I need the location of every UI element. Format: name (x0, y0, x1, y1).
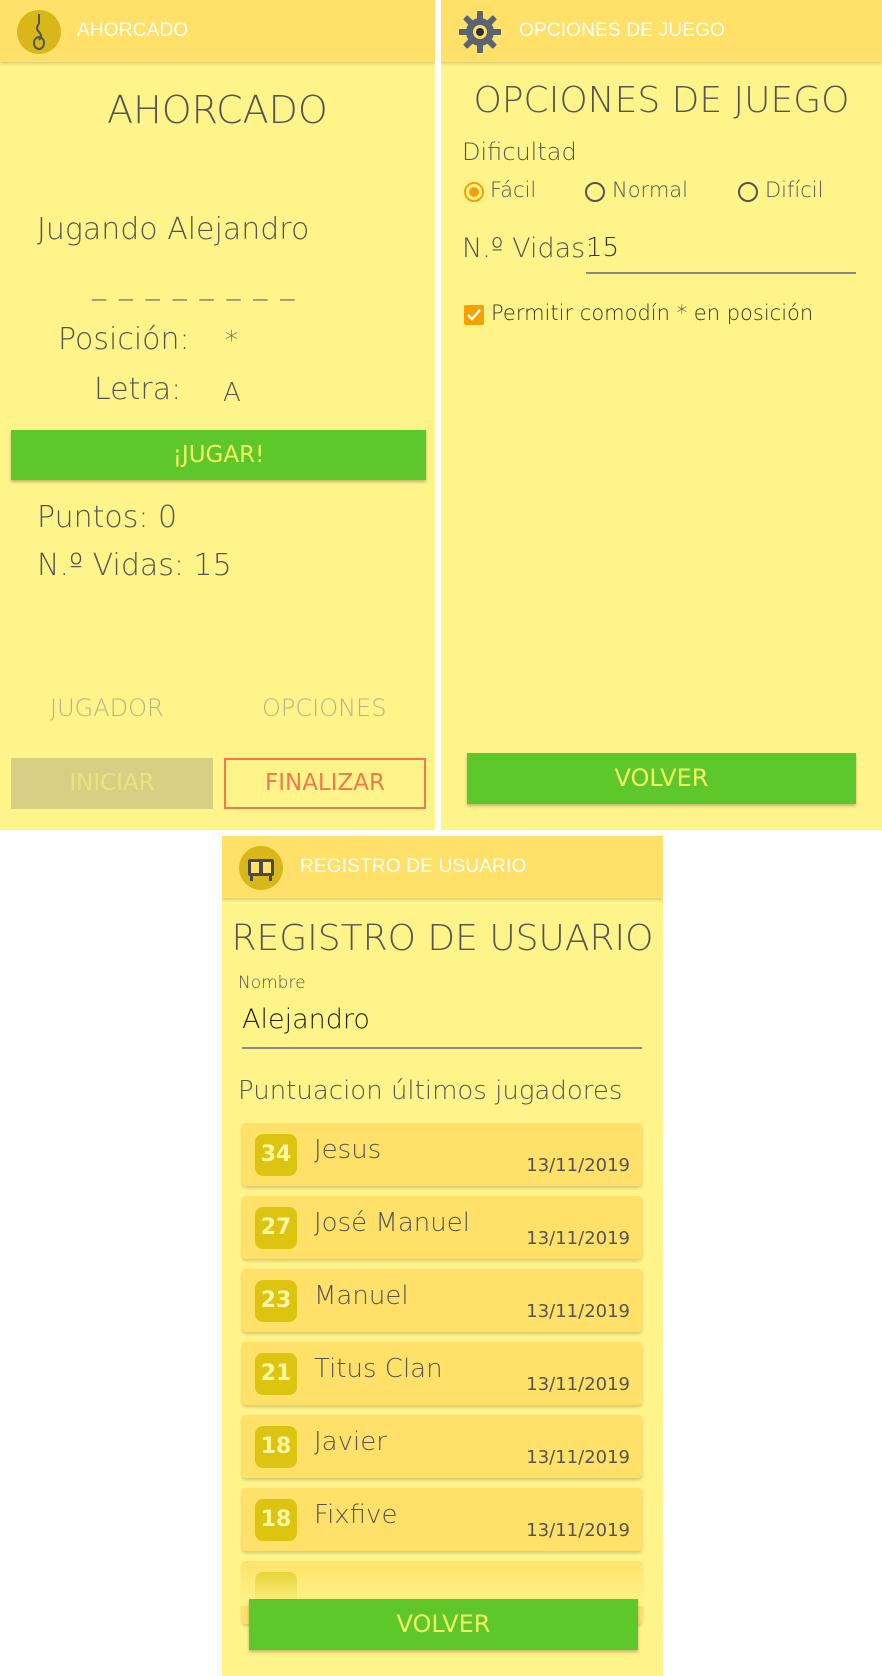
score-date: 13/11/2019 (526, 1155, 630, 1176)
app-bar-title: AHORCADO (77, 20, 189, 41)
list-item[interactable]: 27 José Manuel 13/11/2019 (242, 1196, 642, 1259)
options-screen: OPCIONES DE JUEGO OPCIONES DE JUEGO Difi… (441, 0, 882, 830)
score-badge: 27 (255, 1207, 297, 1249)
name-hint: Nombre (238, 973, 306, 993)
page-title: AHORCADO (107, 88, 328, 132)
app-bar: AHORCADO (0, 0, 435, 62)
player-name: Titus Clan (314, 1354, 443, 1384)
wildcard-checkbox[interactable] (464, 305, 484, 325)
app-bar-title: REGISTRO DE USUARIO (300, 856, 527, 877)
score-badge: 18 (255, 1499, 297, 1541)
score-date: 13/11/2019 (526, 1301, 630, 1322)
position-value[interactable]: * (225, 326, 238, 356)
play-button[interactable]: ¡JUGAR! (11, 430, 426, 480)
app-bar: REGISTRO DE USUARIO (222, 836, 663, 898)
playing-player-label: Jugando Alejandro (37, 212, 310, 247)
hangman-screen: AHORCADO AHORCADO Jugando Alejandro _ _ … (0, 0, 435, 830)
list-item[interactable]: 18 Fixfive 13/11/2019 (242, 1488, 642, 1551)
list-item[interactable]: 21 Titus Clan 13/11/2019 (242, 1342, 642, 1405)
radio-normal[interactable] (585, 182, 605, 202)
score-badge: 23 (255, 1280, 297, 1322)
gear-icon (458, 10, 502, 54)
score-badge: 18 (255, 1426, 297, 1468)
difficulty-label: Dificultad (462, 138, 577, 166)
app-bar-title: OPCIONES DE JUEGO (519, 20, 726, 41)
radio-hard-label[interactable]: Difícil (765, 178, 823, 202)
radio-easy-label[interactable]: Fácil (490, 178, 536, 202)
tab-options[interactable]: OPCIONES (262, 694, 386, 722)
score-date: 13/11/2019 (526, 1520, 630, 1541)
back-button[interactable]: VOLVER (467, 753, 856, 804)
player-name: Jesus (314, 1135, 382, 1165)
player-name: Fixfive (314, 1500, 398, 1530)
letter-value[interactable]: A (223, 378, 241, 408)
wildcard-label[interactable]: Permitir comodín * en posición (491, 301, 813, 325)
lives-input-underline (586, 272, 856, 274)
radio-normal-label[interactable]: Normal (612, 178, 688, 202)
hangman-noose-icon (17, 10, 61, 54)
score-date: 13/11/2019 (526, 1447, 630, 1468)
letter-label: Letra: (94, 372, 182, 407)
list-item[interactable]: 18 Javier 13/11/2019 (242, 1415, 642, 1478)
name-input-underline (242, 1047, 642, 1049)
tab-player[interactable]: JUGADOR (50, 694, 164, 722)
word-mask: _ _ _ _ _ _ _ _ (92, 268, 297, 301)
page-title: REGISTRO DE USUARIO (231, 918, 654, 959)
user-registration-screen: REGISTRO DE USUARIO REGISTRO DE USUARIO … (222, 836, 663, 1676)
list-item[interactable]: 34 Jesus 13/11/2019 (242, 1123, 642, 1186)
back-button[interactable]: VOLVER (249, 1599, 638, 1650)
name-input[interactable]: Alejandro (242, 1004, 370, 1035)
points-label: Puntos: 0 (37, 500, 178, 535)
score-date: 13/11/2019 (526, 1228, 630, 1249)
radio-easy[interactable] (464, 182, 484, 202)
player-name: Javier (314, 1427, 387, 1457)
page-title: OPCIONES DE JUEGO (473, 80, 850, 121)
scoreboard-icon (239, 846, 283, 890)
score-date: 13/11/2019 (526, 1374, 630, 1395)
player-name: José Manuel (314, 1208, 470, 1238)
score-badge: 21 (255, 1353, 297, 1395)
finish-button[interactable]: FINALIZAR (224, 758, 426, 809)
list-item[interactable]: 23 Manuel 13/11/2019 (242, 1269, 642, 1332)
radio-hard[interactable] (738, 182, 758, 202)
lives-label: N.º Vidas: 15 (37, 548, 232, 583)
score-badge: 34 (255, 1134, 297, 1176)
start-button[interactable]: INICIAR (11, 758, 213, 809)
lives-input[interactable]: 15 (586, 233, 619, 263)
scores-label: Puntuacion últimos jugadores (238, 1076, 623, 1106)
lives-label: N.º Vidas: (462, 233, 595, 264)
player-name: Manuel (314, 1281, 409, 1311)
app-bar: OPCIONES DE JUEGO (441, 0, 882, 62)
position-label: Posición: (58, 322, 190, 357)
